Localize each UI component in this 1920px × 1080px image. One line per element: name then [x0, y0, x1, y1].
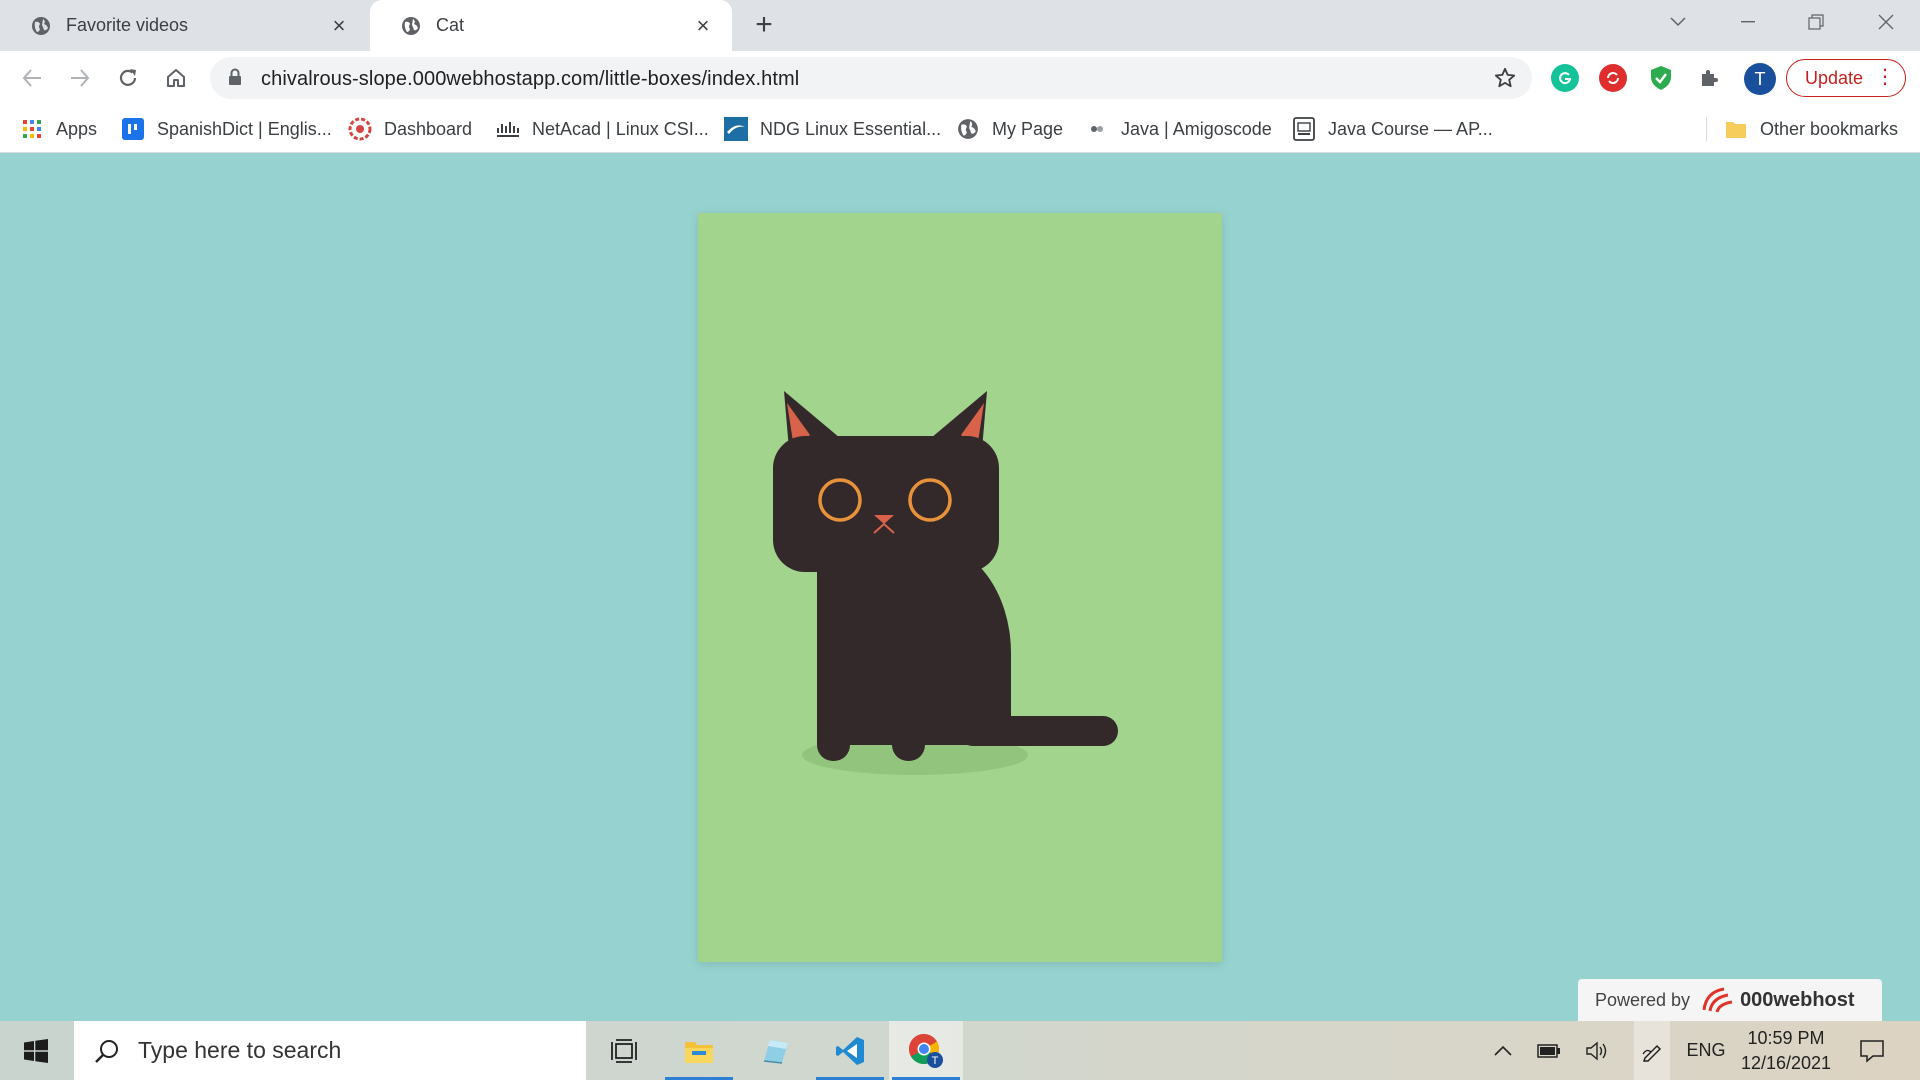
home-icon[interactable] [160, 62, 192, 94]
bookmark-label: SpanishDict | Englis... [157, 118, 332, 139]
browser-toolbar: chivalrous-slope.000webhostapp.com/littl… [0, 51, 1920, 105]
close-window-icon[interactable] [1856, 0, 1916, 44]
bookmark-ndg-linux[interactable]: NDG Linux Essential... [724, 114, 941, 144]
document-icon [1292, 117, 1316, 141]
dashboard-icon [348, 117, 372, 141]
cisco-icon [496, 117, 520, 141]
bookmark-netacad[interactable]: NetAcad | Linux CSI... [496, 114, 709, 144]
bookmark-amigoscode[interactable]: Java | Amigoscode [1085, 114, 1272, 144]
globe-icon [400, 15, 422, 37]
volume-icon[interactable] [1582, 1021, 1612, 1080]
close-icon[interactable]: × [692, 13, 714, 38]
globe-icon [30, 15, 52, 37]
bookmark-dashboard[interactable]: Dashboard [348, 114, 472, 144]
folder-icon [1724, 117, 1748, 141]
powered-by-brand: 000webhost [1740, 988, 1855, 1011]
cat-card [698, 213, 1222, 962]
forward-icon[interactable] [64, 62, 96, 94]
back-icon[interactable] [16, 62, 48, 94]
bookmark-label: Apps [56, 118, 98, 139]
bookmark-other[interactable]: Other bookmarks [1724, 114, 1898, 144]
powered-by-badge[interactable]: Powered by 000webhost [1578, 979, 1882, 1021]
update-button[interactable]: Update ⋮ [1786, 59, 1906, 97]
bookmark-label: NetAcad | Linux CSI... [532, 118, 709, 139]
cat-foot-right [892, 713, 925, 761]
profile-avatar[interactable]: T [1744, 63, 1776, 95]
address-bar[interactable]: chivalrous-slope.000webhostapp.com/littl… [210, 57, 1532, 99]
extensions-puzzle-icon[interactable] [1696, 64, 1724, 92]
ndg-icon [724, 117, 748, 141]
powered-by-label: Powered by [1595, 989, 1691, 1010]
notepad-app-icon[interactable] [738, 1021, 812, 1080]
cat-illustration [773, 391, 1118, 775]
close-icon[interactable]: × [328, 13, 350, 38]
chrome-taskbar-icon[interactable]: T [889, 1021, 963, 1080]
bookmark-label: Java Course — AP... [1328, 118, 1493, 139]
spanishdict-icon [121, 117, 145, 141]
bookmarks-separator [1706, 117, 1707, 141]
apps-grid-icon [20, 117, 44, 141]
update-label: Update [1805, 67, 1864, 88]
amigoscode-icon [1085, 117, 1109, 141]
svg-text:T: T [932, 1055, 939, 1067]
cat-head [773, 436, 999, 572]
bookmark-label: Java | Amigoscode [1121, 118, 1272, 139]
show-hidden-icons-icon[interactable] [1488, 1021, 1518, 1080]
restore-icon[interactable] [1786, 0, 1846, 44]
language-indicator[interactable]: ENG [1680, 1021, 1732, 1080]
search-icon [92, 1036, 122, 1066]
bookmark-spanishdict[interactable]: SpanishDict | Englis... [121, 114, 332, 144]
tab-favorite-videos[interactable]: Favorite videos × [0, 0, 368, 51]
clock-time: 10:59 PM [1747, 1028, 1825, 1048]
bookmark-java-course[interactable]: Java Course — AP... [1292, 114, 1493, 144]
battery-icon[interactable] [1534, 1021, 1564, 1080]
taskbar-clock[interactable]: 10:59 PM 12/16/2021 [1736, 1026, 1836, 1076]
menu-dots-icon[interactable]: ⋮ [1875, 66, 1895, 88]
notifications-icon[interactable] [1852, 1021, 1892, 1080]
clock-date: 12/16/2021 [1740, 1053, 1832, 1073]
bookmark-label: Other bookmarks [1760, 118, 1899, 139]
windows-taskbar: Type here to search T ENG 10:59 PM 12/16… [0, 1021, 1920, 1080]
tab-strip: Favorite videos × Cat × + [0, 0, 1920, 51]
cat-foot-left [817, 713, 850, 761]
bookmark-label: Dashboard [384, 118, 473, 139]
windows-start-icon[interactable] [0, 1021, 72, 1080]
tab-title: Cat [436, 15, 465, 35]
tab-title: Favorite videos [66, 15, 189, 35]
globe-icon [956, 117, 980, 141]
taskbar-search-box[interactable]: Type here to search [74, 1021, 586, 1080]
bookmark-star-icon[interactable] [1492, 65, 1518, 91]
000webhost-logo-icon [1700, 986, 1734, 1014]
shield-icon[interactable] [1647, 64, 1675, 92]
bookmark-label: NDG Linux Essential... [760, 118, 942, 139]
tab-search-icon[interactable] [1648, 0, 1708, 44]
vscode-icon[interactable] [813, 1021, 887, 1080]
search-placeholder: Type here to search [138, 1037, 342, 1063]
tab-cat[interactable]: Cat × [370, 0, 732, 51]
grammarly-icon[interactable] [1551, 64, 1579, 92]
pen-workspace-icon[interactable] [1634, 1021, 1670, 1080]
file-explorer-icon[interactable] [662, 1021, 736, 1080]
bookmarks-bar: Apps SpanishDict | Englis... Dashboard N… [0, 105, 1920, 153]
reload-icon[interactable] [112, 62, 144, 94]
sync-extension-icon[interactable] [1599, 64, 1627, 92]
bookmark-label: My Page [992, 118, 1064, 139]
lock-icon[interactable] [228, 68, 242, 91]
minimize-icon[interactable] [1718, 0, 1778, 44]
task-view-icon[interactable] [587, 1021, 661, 1080]
new-tab-button[interactable]: + [748, 8, 780, 41]
url-text: chivalrous-slope.000webhostapp.com/littl… [261, 68, 800, 90]
bookmark-my-page[interactable]: My Page [956, 114, 1063, 144]
bookmark-apps[interactable]: Apps [20, 114, 97, 144]
